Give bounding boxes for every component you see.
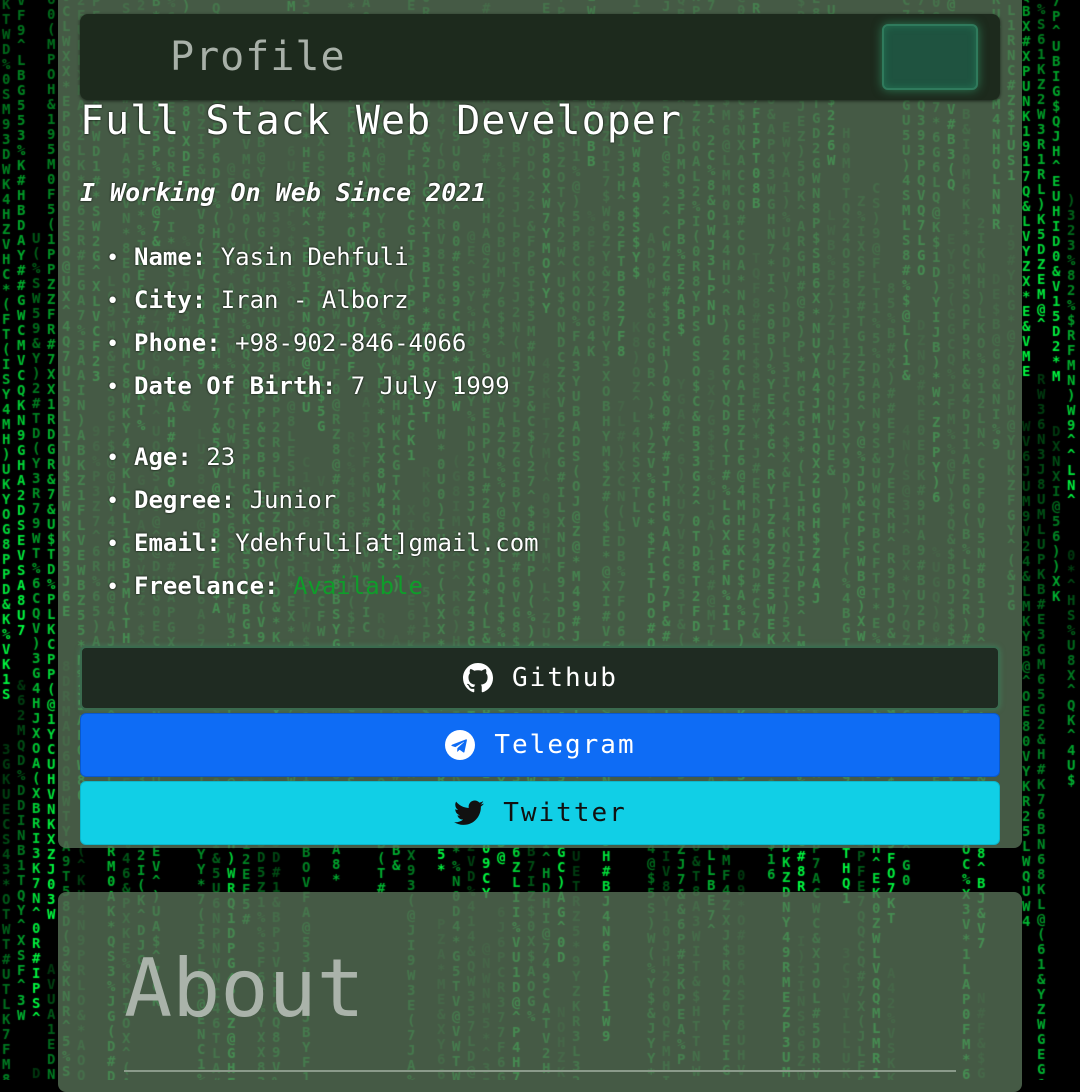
about-divider [124,1070,956,1072]
freelance-status: Available [292,572,423,600]
job-title: Full Stack Web Developer [80,98,682,144]
info-item-email: • Email: Ydehfuli[at]gmail.com [106,528,539,571]
info-list-primary: • Name: Yasin Dehfuli • City: Iran - Albor… [106,242,510,414]
info-item-freelance: • Freelance: Available [106,571,539,614]
profile-header: Profile [80,14,1000,100]
info-label: City: [134,286,207,314]
info-item-name: • Name: Yasin Dehfuli [106,242,510,285]
telegram-icon [444,729,476,761]
github-button[interactable]: Github [80,646,1000,710]
info-item-city: • City: Iran - Alborz [106,285,510,328]
info-value: 23 [206,443,236,471]
about-title: About [124,942,365,1035]
telegram-button[interactable]: Telegram [80,713,1000,777]
profile-header-title: Profile [170,34,346,80]
bullet-icon: • [106,489,120,514]
about-card: About [58,892,1022,1092]
info-label: Name: [134,243,207,271]
info-value: +98-902-846-4066 [235,329,467,357]
info-label: Freelance: [134,572,279,600]
github-button-label: Github [512,663,618,693]
info-label: Date Of Birth: [134,372,337,400]
bullet-icon: • [106,289,120,314]
info-item-degree: • Degree: Junior [106,485,539,528]
info-item-age: • Age: 23 [106,442,539,485]
bullet-icon: • [106,375,120,400]
tagline: I Working On Web Since 2021 [80,178,487,207]
twitter-button-label: Twitter [503,798,627,828]
profile-card: Profile Full Stack Web Developer I Worki… [58,0,1022,848]
bullet-icon: • [106,246,120,271]
bullet-icon: • [106,446,120,471]
info-list-secondary: • Age: 23 • Degree: Junior • Email: Ydehful… [106,442,539,614]
info-label: Degree: [134,486,236,514]
github-icon [462,662,494,694]
twitter-button[interactable]: Twitter [80,781,1000,845]
twitter-icon [453,797,485,829]
info-value: 7 July 1999 [350,372,510,400]
info-value: Junior [249,486,337,514]
bullet-icon: • [106,332,120,357]
info-item-date-of-birth: • Date Of Birth: 7 July 1999 [106,371,510,414]
info-label: Age: [134,443,192,471]
info-label: Email: [134,529,221,557]
telegram-button-label: Telegram [494,730,636,760]
info-value: Yasin Dehfuli [220,243,409,271]
info-value: Ydehfuli[at]gmail.com [235,529,539,557]
bullet-icon: • [106,575,120,600]
info-value: Iran - Alborz [220,286,409,314]
bullet-icon: • [106,532,120,557]
info-item-phone: • Phone: +98-902-846-4066 [106,328,510,371]
info-label: Phone: [134,329,221,357]
profile-toggle-button[interactable] [882,24,978,90]
